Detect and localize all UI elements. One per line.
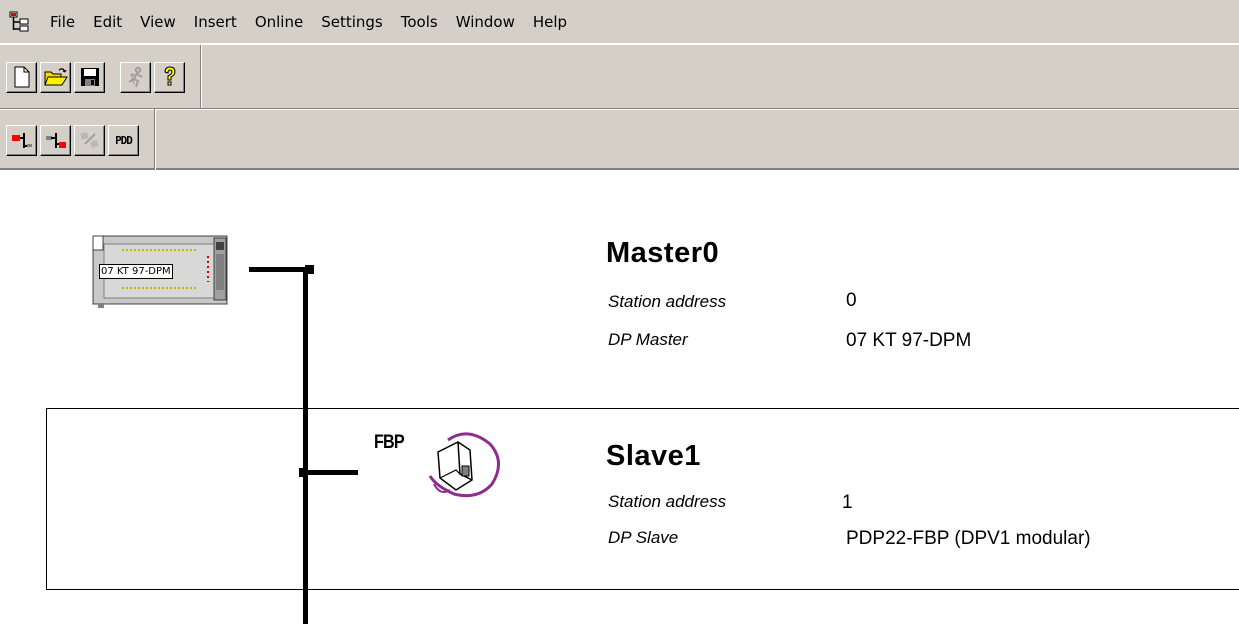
master-device-label: 07 KT 97-DPM: [99, 264, 173, 279]
fbp-slave-icon[interactable]: [420, 430, 502, 504]
menu-help[interactable]: Help: [524, 0, 576, 44]
slave1-type-value: PDP22-FBP (DPV1 modular): [846, 528, 1091, 549]
master-type-label: DP Master: [608, 330, 688, 349]
master-station-address-value: 0: [846, 290, 857, 311]
menu-insert[interactable]: Insert: [185, 0, 246, 44]
help-icon: [163, 66, 176, 86]
master-title: Master0: [606, 237, 720, 269]
menu-tools[interactable]: Tools: [392, 0, 447, 44]
menu-file[interactable]: File: [41, 0, 84, 44]
master-station-address-label: Station address: [608, 292, 727, 311]
pdd-label: PDD: [115, 133, 133, 147]
menu-window[interactable]: Window: [447, 0, 524, 44]
insert-slave-button[interactable]: [40, 124, 71, 156]
slave1-connection-line: [306, 470, 358, 475]
replace-button[interactable]: [74, 124, 105, 156]
slave1-type-label: DP Slave: [608, 528, 679, 547]
save-button[interactable]: [74, 61, 105, 93]
master-plc-device[interactable]: 07 KT 97-DPM: [90, 232, 230, 310]
slave1-station-address-label: Station address: [608, 492, 727, 511]
menu-online[interactable]: Online: [246, 0, 312, 44]
open-button[interactable]: [40, 61, 71, 93]
insert-master-icon: [11, 133, 32, 148]
app-network-icon[interactable]: [9, 11, 31, 33]
slave1-station-address-value: 1: [842, 492, 853, 513]
toolbar-area: PDD: [0, 44, 1239, 171]
profibus-bus-line[interactable]: [303, 267, 308, 624]
new-icon: [14, 66, 29, 88]
pdd-button[interactable]: PDD: [108, 124, 139, 156]
menu-settings[interactable]: Settings: [312, 0, 392, 44]
run-icon: [127, 67, 143, 88]
network-toolbar: PDD: [0, 108, 1239, 171]
network-canvas: 07 KT 97-DPM Master0 Station address 0 D…: [0, 170, 1239, 624]
run-button[interactable]: [120, 61, 151, 93]
master-connection-line: [249, 267, 311, 272]
menu-edit[interactable]: Edit: [84, 0, 131, 44]
open-icon: [43, 68, 68, 86]
menu-bar: File Edit View Insert Online Settings To…: [0, 0, 1239, 44]
network-toolbar-group: PDD: [6, 109, 156, 171]
main-toolbar-group: [6, 45, 202, 109]
main-toolbar: [0, 44, 1239, 109]
new-button[interactable]: [6, 61, 37, 93]
insert-master-button[interactable]: [6, 124, 37, 156]
replace-icon: [79, 132, 99, 148]
fbp-text: FBP: [374, 432, 405, 453]
menu-view[interactable]: View: [131, 0, 185, 44]
help-button[interactable]: [154, 61, 185, 93]
master-type-value: 07 KT 97-DPM: [846, 330, 972, 351]
slave1-title: Slave1: [606, 440, 701, 472]
insert-slave-icon: [45, 133, 66, 148]
save-icon: [80, 68, 99, 86]
